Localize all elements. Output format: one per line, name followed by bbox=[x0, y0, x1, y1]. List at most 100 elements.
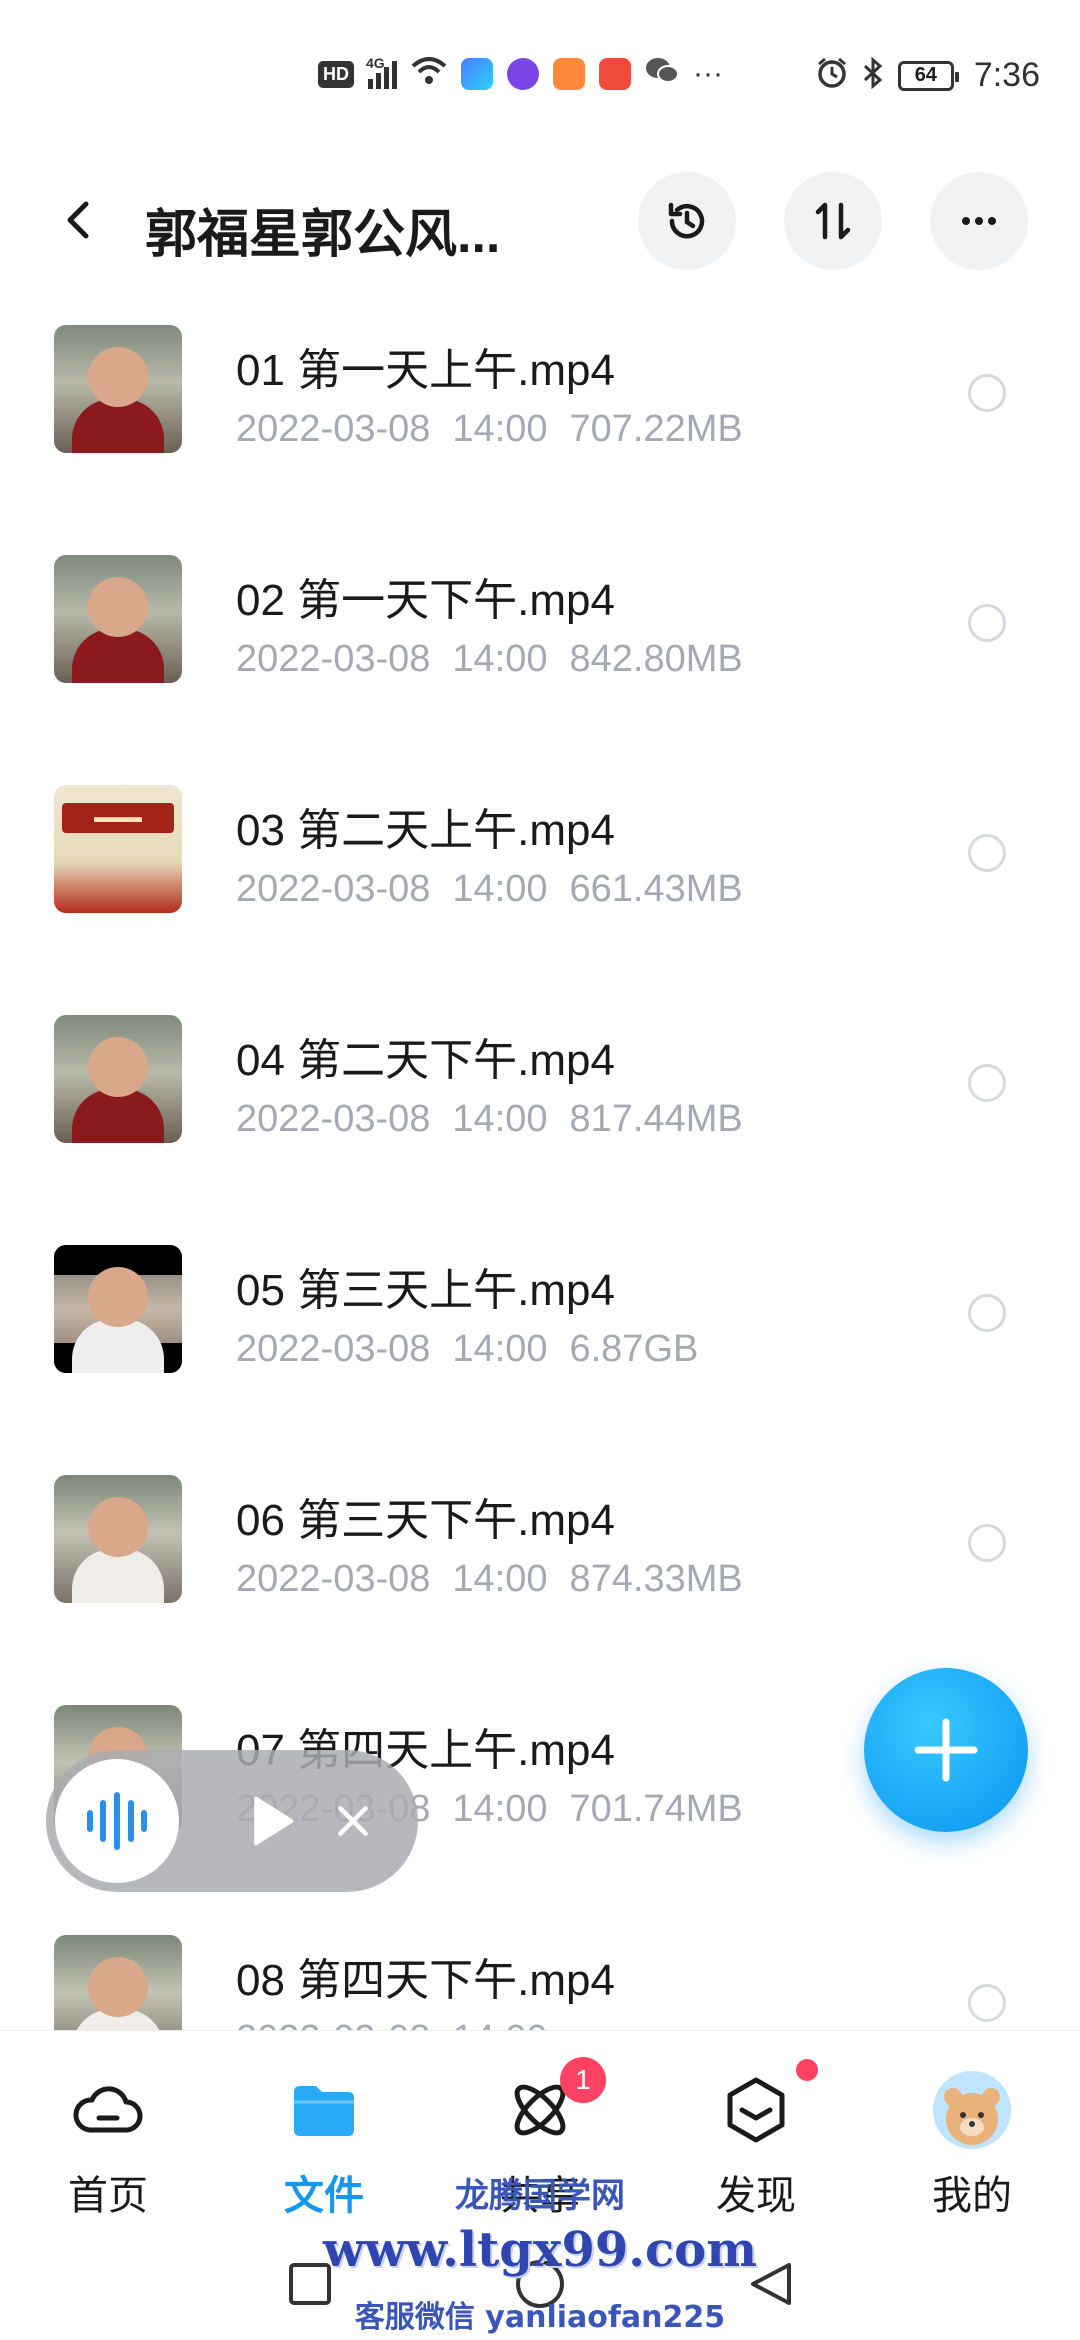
file-size: 661.43MB bbox=[569, 868, 743, 910]
title-bar: 郭福星郭公风... bbox=[0, 170, 1080, 270]
file-size: 874.33MB bbox=[569, 1558, 743, 1600]
file-date: 2022-03-08 bbox=[236, 408, 431, 450]
file-meta: 2022-03-08 14:00 842.80MB bbox=[236, 638, 743, 681]
cell-signal-icon: 4G bbox=[366, 55, 397, 89]
hd-badge: HD bbox=[318, 60, 354, 88]
file-name: 04 第二天下午.mp4 bbox=[236, 1036, 615, 1085]
file-time: 14:00 bbox=[452, 1328, 548, 1370]
status-left: HD 4G ··· bbox=[318, 55, 723, 92]
file-name: 08 第四天下午.mp4 bbox=[236, 1956, 615, 2005]
page-title: 郭福星郭公风... bbox=[145, 206, 501, 264]
file-meta: 2022-03-08 14:00 817.44MB bbox=[236, 1098, 743, 1141]
file-time: 14:00 bbox=[452, 638, 548, 680]
video-thumbnail bbox=[54, 555, 182, 683]
select-radio[interactable] bbox=[968, 1294, 1006, 1332]
file-date: 2022-03-08 bbox=[236, 1328, 431, 1370]
video-thumbnail bbox=[54, 1475, 182, 1603]
play-icon bbox=[254, 1796, 294, 1846]
file-time: 14:00 bbox=[452, 1788, 548, 1830]
file-meta: 2022-03-08 14:00 874.33MB bbox=[236, 1558, 743, 1601]
file-size: 707.22MB bbox=[569, 408, 743, 450]
file-row[interactable]: 04 第二天下午.mp4 2022-03-08 14:00 817.44MB bbox=[0, 990, 1080, 1220]
more-button[interactable] bbox=[930, 172, 1028, 270]
video-thumbnail: ▬▬▬ bbox=[54, 785, 182, 913]
file-date: 2022-03-08 bbox=[236, 1098, 431, 1140]
add-button[interactable] bbox=[864, 1668, 1028, 1832]
video-thumbnail bbox=[54, 325, 182, 453]
play-button[interactable] bbox=[241, 1791, 301, 1851]
status-right: 64 7:36 bbox=[816, 56, 1040, 95]
file-date: 2022-03-08 bbox=[236, 868, 431, 910]
file-size: 817.44MB bbox=[569, 1098, 743, 1140]
cloud-home-icon bbox=[68, 2071, 148, 2149]
watermark-contact: 客服微信 yanliaofan225 bbox=[354, 2300, 726, 2335]
plus-icon bbox=[914, 1718, 978, 1782]
file-meta: 2022-03-08 14:00 661.43MB bbox=[236, 868, 743, 911]
select-radio[interactable] bbox=[968, 1984, 1006, 2022]
status-bar: HD 4G ··· 64 7:36 bbox=[0, 0, 1080, 150]
file-name: 01 第一天上午.mp4 bbox=[236, 346, 615, 395]
file-time: 14:00 bbox=[452, 1558, 548, 1600]
battery-icon: 64 bbox=[897, 60, 959, 91]
video-thumbnail bbox=[54, 1935, 182, 2030]
sort-icon bbox=[815, 202, 851, 240]
share-badge: 1 bbox=[560, 2057, 606, 2103]
more-icon bbox=[962, 217, 996, 225]
sort-button[interactable] bbox=[784, 172, 882, 270]
file-meta: 2022-03-08 14:00 bbox=[236, 2018, 569, 2030]
wechat-icon bbox=[645, 56, 679, 92]
bluetooth-icon bbox=[862, 56, 884, 95]
file-time: 14:00 bbox=[452, 2018, 547, 2030]
back-arrow-icon bbox=[67, 201, 89, 239]
file-date: 2022-03-08 bbox=[236, 638, 431, 680]
red-app-icon bbox=[599, 58, 631, 90]
audio-mini-player[interactable] bbox=[46, 1750, 418, 1892]
file-time: 14:00 bbox=[452, 1098, 548, 1140]
select-radio[interactable] bbox=[968, 1524, 1006, 1562]
file-row[interactable]: 01 第一天上午.mp4 2022-03-08 14:00 707.22MB bbox=[0, 300, 1080, 530]
purple-app-icon bbox=[507, 58, 539, 90]
watermark-site-name: 龙腾国学网 bbox=[455, 2176, 625, 2216]
discover-box-icon bbox=[716, 2059, 818, 2149]
file-name: 06 第三天下午.mp4 bbox=[236, 1496, 615, 1545]
file-size: 6.87GB bbox=[569, 1328, 699, 1370]
more-notifications-icon: ··· bbox=[693, 57, 723, 90]
audio-wave-icon bbox=[87, 1792, 147, 1850]
back-button[interactable] bbox=[50, 190, 110, 250]
file-time: 14:00 bbox=[452, 408, 548, 450]
clock: 7:36 bbox=[973, 56, 1040, 94]
file-row[interactable]: 06 第三天下午.mp4 2022-03-08 14:00 874.33MB bbox=[0, 1450, 1080, 1680]
select-radio[interactable] bbox=[968, 1064, 1006, 1102]
history-icon bbox=[668, 202, 705, 239]
avatar bbox=[933, 2071, 1011, 2149]
close-player-button[interactable] bbox=[329, 1797, 377, 1845]
file-meta: 2022-03-08 14:00 6.87GB bbox=[236, 1328, 698, 1371]
file-name: 02 第一天下午.mp4 bbox=[236, 576, 615, 625]
file-row[interactable]: 05 第三天上午.mp4 2022-03-08 14:00 6.87GB bbox=[0, 1220, 1080, 1450]
file-size: 842.80MB bbox=[569, 638, 743, 680]
history-button[interactable] bbox=[638, 172, 736, 270]
select-radio[interactable] bbox=[968, 604, 1006, 642]
file-meta: 2022-03-08 14:00 707.22MB bbox=[236, 408, 743, 451]
file-name: 05 第三天上午.mp4 bbox=[236, 1266, 615, 1315]
watermark-url: www.ltgx99.com bbox=[323, 2222, 757, 2278]
select-radio[interactable] bbox=[968, 374, 1006, 412]
file-row[interactable]: 08 第四天下午.mp4 2022-03-08 14:00 bbox=[0, 1910, 1080, 2030]
alarm-icon bbox=[816, 57, 848, 95]
baidu-netdisk-app-icon bbox=[461, 58, 493, 90]
folder-icon bbox=[284, 2071, 364, 2149]
close-icon bbox=[338, 1806, 368, 1836]
file-size: 701.74MB bbox=[569, 1788, 743, 1830]
file-name: 03 第二天上午.mp4 bbox=[236, 806, 615, 855]
file-date: 2022-03-08 bbox=[236, 2018, 430, 2030]
select-radio[interactable] bbox=[968, 834, 1006, 872]
file-row[interactable]: 02 第一天下午.mp4 2022-03-08 14:00 842.80MB bbox=[0, 530, 1080, 760]
video-thumbnail bbox=[54, 1245, 182, 1373]
health-app-icon bbox=[553, 58, 585, 90]
audio-wave-button[interactable] bbox=[55, 1759, 179, 1883]
video-thumbnail bbox=[54, 1015, 182, 1143]
share-atom-icon: 1 bbox=[500, 2057, 606, 2149]
wifi-icon bbox=[411, 56, 447, 92]
file-row[interactable]: ▬▬▬ 03 第二天上午.mp4 2022-03-08 14:00 661.43MB bbox=[0, 760, 1080, 990]
file-time: 14:00 bbox=[452, 868, 548, 910]
